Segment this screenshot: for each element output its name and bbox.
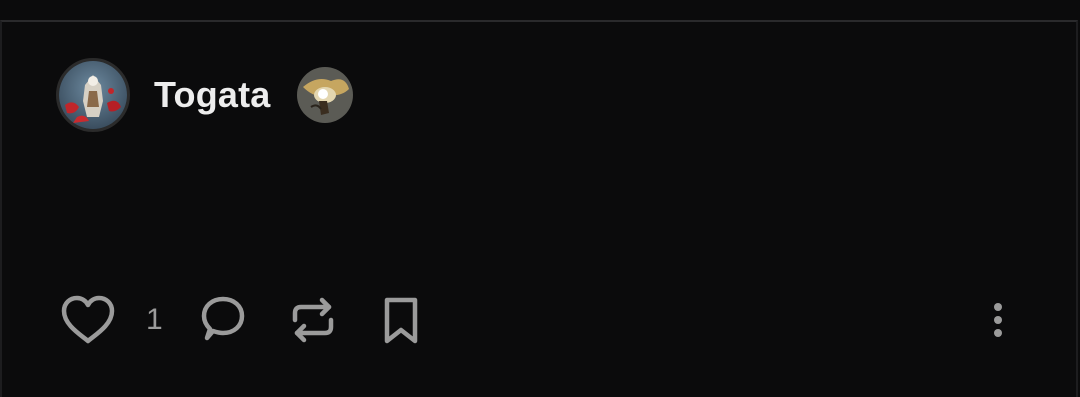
avatar[interactable] — [56, 58, 130, 132]
avatar-image — [59, 61, 127, 129]
repost-button[interactable] — [281, 288, 345, 352]
like-count: 1 — [146, 303, 163, 336]
speech-bubble-icon — [201, 296, 244, 341]
bookmark-button[interactable] — [369, 288, 433, 352]
post-actions: 1 — [56, 288, 433, 352]
repost-arrows-icon — [292, 297, 333, 343]
like-button[interactable] — [56, 288, 120, 352]
bookmark-icon — [384, 297, 417, 344]
user-badge — [296, 67, 353, 123]
badge-image — [296, 67, 353, 123]
username[interactable]: Togata — [154, 74, 271, 116]
post-header: Togata — [56, 56, 353, 134]
vertical-ellipsis-icon — [994, 303, 1002, 337]
reply-button[interactable] — [191, 288, 255, 352]
heart-icon — [61, 295, 115, 344]
more-options-button[interactable] — [966, 288, 1030, 352]
